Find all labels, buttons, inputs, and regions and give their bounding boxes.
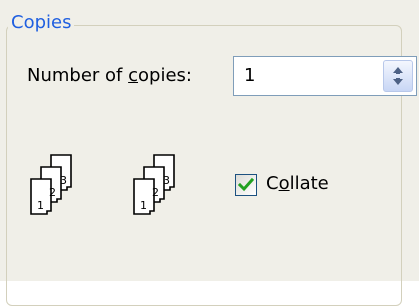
collated-pages-icon: 1 2 3: [30, 154, 72, 215]
collated-pages-icon: 1 2 3: [133, 154, 175, 215]
copies-label-after: opies:: [138, 65, 192, 86]
collate-label-after: llate: [289, 173, 329, 194]
collate-label-before: C: [266, 173, 279, 194]
up-down-arrows-icon: [393, 67, 403, 85]
collate-right-page-2: 2: [152, 186, 159, 199]
copies-value[interactable]: 1: [244, 65, 255, 87]
collate-right-page-1: 1: [140, 199, 147, 212]
collate-left-page-3: 3: [60, 174, 67, 187]
copies-label-before: Number of: [27, 65, 129, 86]
collate-checkbox[interactable]: [235, 174, 257, 196]
collate-label[interactable]: Collate: [266, 172, 329, 196]
collate-left-page-1: 1: [37, 199, 44, 212]
spin-button[interactable]: [383, 60, 413, 92]
copies-panel: Copies Number of copies: 1 1 2 3 1 2 3 C…: [0, 0, 419, 306]
copies-spinbox[interactable]: 1: [233, 56, 417, 96]
copies-label-accelerator: c: [128, 65, 139, 86]
number-of-copies-label: Number of copies:: [27, 64, 192, 88]
group-title: Copies: [8, 12, 75, 34]
collate-label-accelerator: o: [278, 173, 290, 194]
checkmark-icon: [238, 177, 254, 192]
collate-left-page-2: 2: [49, 186, 56, 199]
collate-right-page-3: 3: [163, 174, 170, 187]
